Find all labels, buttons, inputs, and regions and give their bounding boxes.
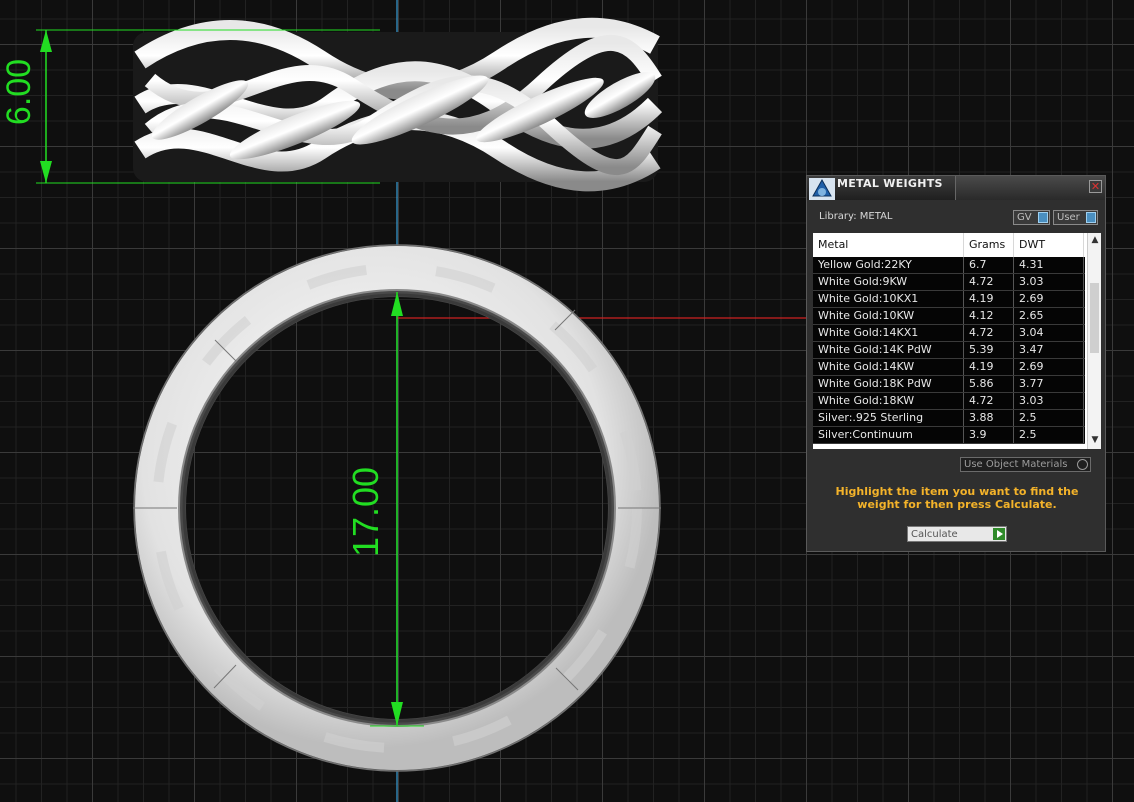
- panel-title-tab: METAL WEIGHTS: [807, 176, 956, 200]
- metal-cell: Yellow Gold:22KY: [813, 257, 964, 273]
- column-header-grams[interactable]: Grams: [964, 233, 1014, 257]
- metal-weights-panel[interactable]: METAL WEIGHTS ✕ Library: METAL GV User M…: [806, 175, 1106, 552]
- grams-cell: 4.19: [964, 291, 1014, 307]
- dimension-diameter-label: 17.00: [345, 467, 386, 557]
- metal-cell: White Gold:14KX1: [813, 325, 964, 341]
- column-header-metal[interactable]: Metal: [813, 233, 964, 257]
- table-row[interactable]: White Gold:18K PdW 5.86 3.77: [813, 376, 1085, 393]
- table-row[interactable]: White Gold:14KW 4.19 2.69: [813, 359, 1085, 376]
- metal-table[interactable]: Metal Grams DWT Yellow Gold:22KY 6.7 4.31 W…: [813, 233, 1101, 449]
- table-scrollbar[interactable]: ▲ ▼: [1087, 233, 1101, 449]
- grams-cell: 4.72: [964, 325, 1014, 341]
- metal-cell: White Gold:14K PdW: [813, 342, 964, 358]
- scroll-down-icon[interactable]: ▼: [1090, 435, 1100, 445]
- table-row[interactable]: White Gold:10KW 4.12 2.65: [813, 308, 1085, 325]
- calculate-label: Calculate: [911, 529, 958, 540]
- user-toggle-label: User: [1057, 212, 1080, 223]
- table-row[interactable]: Yellow Gold:22KY 6.7 4.31: [813, 257, 1085, 274]
- close-icon[interactable]: ✕: [1089, 180, 1102, 193]
- play-icon: [993, 528, 1005, 540]
- metal-cell: White Gold:9KW: [813, 274, 964, 290]
- metal-weights-logo-icon: [809, 178, 835, 200]
- scrollbar-thumb[interactable]: [1090, 283, 1099, 353]
- grams-cell: 6.7: [964, 257, 1014, 273]
- metal-cell: Silver:Continuum: [813, 427, 964, 443]
- metal-cell: White Gold:10KW: [813, 308, 964, 324]
- scroll-up-icon[interactable]: ▲: [1090, 235, 1100, 245]
- panel-title: METAL WEIGHTS: [837, 177, 943, 190]
- toggle-knob-icon: [1086, 212, 1096, 223]
- dwt-cell: 3.77: [1014, 376, 1084, 392]
- table-rows: Yellow Gold:22KY 6.7 4.31 White Gold:9KW 4.7…: [813, 257, 1085, 444]
- gv-toggle-label: GV: [1017, 212, 1032, 223]
- metal-cell: White Gold:10KX1: [813, 291, 964, 307]
- metal-cell: White Gold:14KW: [813, 359, 964, 375]
- metal-cell: Silver:.925 Sterling: [813, 410, 964, 426]
- table-row[interactable]: White Gold:9KW 4.72 3.03: [813, 274, 1085, 291]
- metal-cell: White Gold:18K PdW: [813, 376, 964, 392]
- metal-cell: White Gold:18KW: [813, 393, 964, 409]
- grams-cell: 3.88: [964, 410, 1014, 426]
- table-row[interactable]: White Gold:14K PdW 5.39 3.47: [813, 342, 1085, 359]
- dwt-cell: 2.69: [1014, 291, 1084, 307]
- grams-cell: 4.72: [964, 274, 1014, 290]
- use-object-materials-label: Use Object Materials: [964, 459, 1068, 470]
- use-object-materials-toggle[interactable]: Use Object Materials: [960, 457, 1091, 472]
- dwt-cell: 2.5: [1014, 427, 1084, 443]
- dwt-cell: 3.04: [1014, 325, 1084, 341]
- table-row[interactable]: White Gold:14KX1 4.72 3.04: [813, 325, 1085, 342]
- dwt-cell: 3.03: [1014, 393, 1084, 409]
- grams-cell: 5.86: [964, 376, 1014, 392]
- table-header: Metal Grams DWT: [813, 233, 1085, 257]
- grams-cell: 4.72: [964, 393, 1014, 409]
- grams-cell: 4.12: [964, 308, 1014, 324]
- calculate-button[interactable]: Calculate: [907, 526, 1007, 542]
- dwt-cell: 4.31: [1014, 257, 1084, 273]
- dimension-height-label: 6.00: [0, 59, 38, 125]
- table-row[interactable]: White Gold:18KW 4.72 3.03: [813, 393, 1085, 410]
- table-row[interactable]: White Gold:10KX1 4.19 2.69: [813, 291, 1085, 308]
- grams-cell: 5.39: [964, 342, 1014, 358]
- table-row[interactable]: Silver:Continuum 3.9 2.5: [813, 427, 1085, 444]
- dwt-cell: 2.65: [1014, 308, 1084, 324]
- dwt-cell: 3.47: [1014, 342, 1084, 358]
- column-header-dwt[interactable]: DWT: [1014, 233, 1084, 257]
- grams-cell: 3.9: [964, 427, 1014, 443]
- braided-band-side-view: [133, 17, 663, 192]
- table-row[interactable]: Silver:.925 Sterling 3.88 2.5: [813, 410, 1085, 427]
- library-label: Library: METAL: [819, 211, 893, 222]
- dwt-cell: 3.03: [1014, 274, 1084, 290]
- user-toggle[interactable]: User: [1053, 210, 1098, 225]
- dwt-cell: 2.5: [1014, 410, 1084, 426]
- radio-icon: [1077, 459, 1088, 470]
- panel-titlebar[interactable]: METAL WEIGHTS ✕: [807, 176, 1105, 200]
- dwt-cell: 2.69: [1014, 359, 1084, 375]
- instructions-text: Highlight the item you want to find the …: [835, 485, 1079, 511]
- toggle-knob-icon: [1038, 212, 1048, 223]
- gv-toggle[interactable]: GV: [1013, 210, 1050, 225]
- grams-cell: 4.19: [964, 359, 1014, 375]
